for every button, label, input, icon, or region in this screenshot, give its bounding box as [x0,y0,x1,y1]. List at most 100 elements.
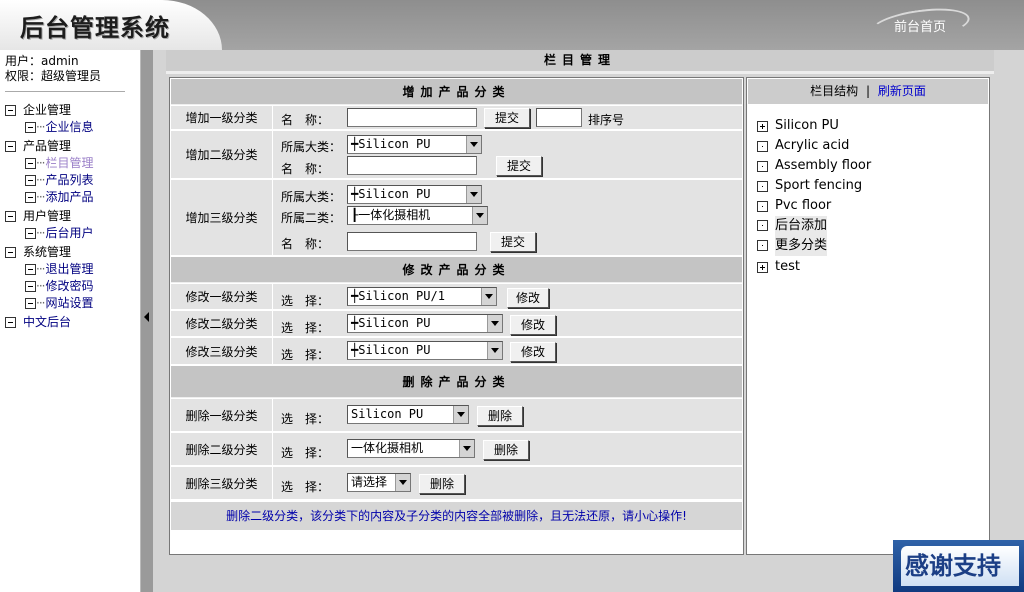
modify-level3-select[interactable]: ┿Silicon PU [347,341,503,360]
modify-level2-select[interactable]: ┿Silicon PU [347,314,503,333]
category-tree: Silicon PU Acrylic acid Assembly floor S… [757,116,871,278]
field-label: 选 择： [281,412,330,426]
user-info: 用户：admin 权限：超级管理员 [5,54,101,84]
collapse-box-icon[interactable] [5,141,16,152]
user-name: 用户：admin [5,54,79,68]
nav-item-site-settings[interactable]: ··· 网站设置 [5,295,93,312]
collapse-box-icon[interactable] [5,247,16,258]
chevron-down-icon [481,288,496,305]
sidebar-toggle-bar[interactable] [140,50,153,592]
row-label: 修改三级分类 [171,338,273,364]
tree-item-label: Pvc floor [775,198,832,213]
tree-item[interactable]: Sport fencing [757,176,871,196]
top-header: 后台管理系统 前台首页 [0,0,1024,50]
chevron-down-icon [466,136,481,153]
add-level3-row: 增加三级分类 所属大类： ┿Silicon PU 所属二类： ┠一体化摄相机 名… [171,180,742,256]
tree-item-label: Acrylic acid [775,138,850,153]
tree-item[interactable]: Assembly floor [757,156,871,176]
collapse-box-icon[interactable] [5,105,16,116]
category-structure-panel: 栏目结构 | 刷新页面 Silicon PU Acrylic acid Asse… [746,77,990,555]
level3-subclass-select[interactable]: ┠一体化摄相机 [347,206,488,225]
dot-box-icon [757,140,768,152]
row-label: 增加一级分类 [171,106,273,129]
row-label: 增加二级分类 [171,131,273,178]
tree-item[interactable]: Silicon PU [757,116,871,136]
title-strip [166,71,994,74]
nav-group-system: 系统管理 ··· 退出管理 ··· 修改密码 ··· 网站设置 [5,244,93,312]
tree-item-label: Silicon PU [775,118,839,133]
nav-group-head[interactable]: 系统管理 [5,244,93,261]
plus-box-icon[interactable] [757,261,768,273]
chevron-down-icon [453,406,468,423]
select-value: ┿Silicon PU [351,343,431,357]
modify-level1-button[interactable]: 修改 [507,288,549,308]
nav-item-admin-users[interactable]: ··· 后台用户 [5,225,93,242]
select-value: ┠一体化摄相机 [351,208,431,222]
collapse-box-icon[interactable] [5,211,16,222]
nav-item-product-list[interactable]: ··· 产品列表 [5,172,93,189]
frontend-home-link[interactable]: 前台首页 [868,3,980,47]
tree-item[interactable]: 更多分类 [757,235,871,256]
field-label: 所属二类： [281,211,342,225]
structure-heading: 栏目结构 | 刷新页面 [748,79,988,104]
level2-submit-button[interactable]: 提交 [496,156,542,176]
nav-item-label: 退出管理 [45,262,94,276]
nav-group-label: 企业管理 [23,103,72,117]
tree-item[interactable]: Acrylic acid [757,136,871,156]
level3-submit-button[interactable]: 提交 [490,232,536,252]
nav-item-add-product[interactable]: ··· 添加产品 [5,189,93,206]
delete-level3-button[interactable]: 删除 [419,474,465,494]
nav-group-head[interactable]: 企业管理 [5,102,93,119]
level1-name-input[interactable] [347,108,477,127]
modify-section-heading: 修改产品分类 [171,257,742,283]
nav-item-label: 修改密码 [45,279,94,293]
dotted-connector: ··· [36,226,46,240]
level1-submit-button[interactable]: 提交 [484,108,530,128]
level2-name-input[interactable] [347,156,477,175]
level3-parent-select[interactable]: ┿Silicon PU [347,185,482,204]
select-value: 一体化摄相机 [351,441,424,455]
nav-item-category-manage[interactable]: ··· 栏目管理 [5,155,93,172]
level1-order-input[interactable] [536,108,582,127]
dotted-connector: ··· [36,120,46,134]
row-fields: 选 择： ┿Silicon PU/1 修改 [274,284,742,309]
dot-box-icon [757,240,768,251]
category-form-panel: 增加产品分类 增加一级分类 名 称： 提交 排序号 增加二级分类 所属大类： ┿… [169,77,744,555]
modify-level2-button[interactable]: 修改 [510,315,556,335]
row-label: 修改一级分类 [171,284,273,309]
tree-item-label: Sport fencing [775,178,863,193]
nav-item-change-password[interactable]: ··· 修改密码 [5,278,93,295]
dotted-connector: ··· [36,279,46,293]
refresh-page-link[interactable]: 刷新页面 [878,84,926,98]
select-value: ┿Silicon PU [351,187,431,201]
nav-item-logout[interactable]: ··· 退出管理 [5,261,93,278]
level2-parent-select[interactable]: ┿Silicon PU [347,135,482,154]
delete-level1-button[interactable]: 删除 [477,406,523,426]
nav-group-head[interactable]: 用户管理 [5,208,93,225]
delete-level3-select[interactable]: 请选择 [347,473,411,492]
modify-level3-button[interactable]: 修改 [510,342,556,362]
delete-level2-button[interactable]: 删除 [483,440,529,460]
collapse-box-icon [25,264,36,275]
tree-item-label: 更多分类 [775,235,828,256]
tree-item[interactable]: test [757,256,871,278]
nav-group-head[interactable]: 产品管理 [5,138,93,155]
tree-item[interactable]: Pvc floor [757,196,871,216]
nav-tree: 企业管理 ··· 企业信息 产品管理 ··· 栏目管理 ··· 产品列表 ··· 添加产… [5,102,93,331]
delete-level2-select[interactable]: 一体化摄相机 [347,439,475,458]
collapse-arrow-icon[interactable] [144,312,149,322]
nav-item-company-info[interactable]: ··· 企业信息 [5,119,93,136]
delete-level1-select[interactable]: Silicon PU [347,405,469,424]
tree-item[interactable]: 后台添加 [757,215,871,236]
row-label: 删除二级分类 [171,433,273,465]
plus-box-icon[interactable] [757,120,768,132]
nav-group-head[interactable]: 中文后台 [5,314,93,331]
delete-level1-row: 删除一级分类 选 择： Silicon PU 删除 [171,399,742,432]
field-label: 选 择： [281,321,330,335]
nav-group-enterprise: 企业管理 ··· 企业信息 [5,102,93,136]
modify-level1-select[interactable]: ┿Silicon PU/1 [347,287,497,306]
collapse-box-icon[interactable] [5,317,16,328]
level3-name-input[interactable] [347,232,477,251]
row-fields: 所属大类： ┿Silicon PU 名 称： 提交 [274,131,742,178]
row-fields: 选 择： 一体化摄相机 删除 [274,433,742,465]
